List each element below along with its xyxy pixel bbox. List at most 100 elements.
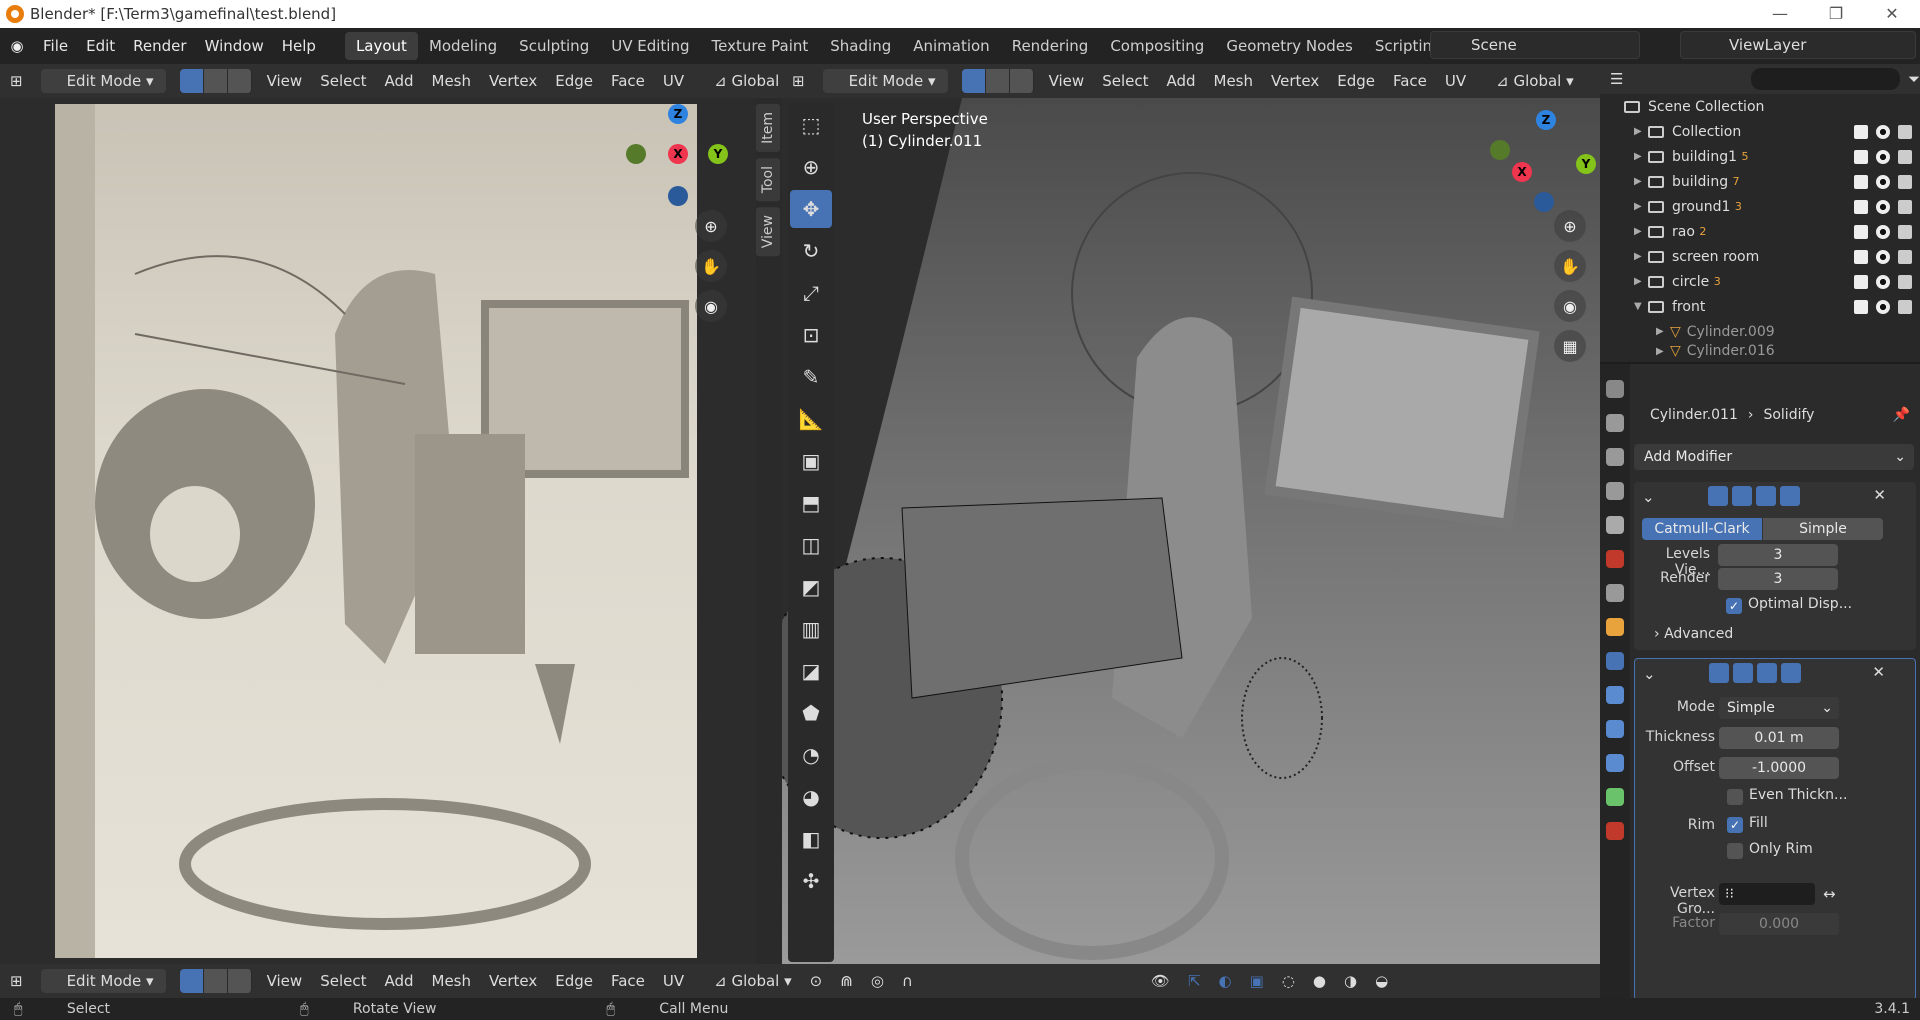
pivot-icon[interactable]: ⊙ — [801, 972, 832, 990]
exclude-checkbox[interactable] — [1854, 224, 1868, 239]
menu-select[interactable]: Select — [311, 972, 375, 990]
gizmo-neg-z-axis[interactable] — [1534, 192, 1554, 212]
render-camera-icon[interactable] — [1898, 274, 1912, 289]
select-mode-buttons[interactable] — [179, 969, 252, 993]
tab-geometry-nodes[interactable]: Geometry Nodes — [1215, 32, 1364, 60]
scale-tool-icon[interactable]: ⤢ — [790, 274, 832, 312]
realtime-toggle-icon[interactable] — [1757, 663, 1777, 683]
navigation-gizmo[interactable]: Z X Y — [1490, 110, 1600, 212]
camera-view-icon[interactable]: ◉ — [1554, 290, 1586, 322]
tab-sculpting[interactable]: Sculpting — [508, 32, 600, 60]
optimal-display-checkbox[interactable]: ✓ — [1726, 598, 1742, 614]
close-modifier-icon[interactable]: ✕ — [1872, 663, 1885, 681]
scene-selector[interactable]: Scene — [1430, 31, 1640, 59]
menu-uv[interactable]: UV — [654, 972, 693, 990]
gizmo-neg-y-axis[interactable] — [626, 144, 646, 164]
poly-build-tool-icon[interactable]: ⬟ — [790, 694, 832, 732]
gizmo-y-axis[interactable]: Y — [708, 144, 728, 164]
even-thickness-checkbox[interactable] — [1727, 789, 1743, 805]
invert-vertex-group-icon[interactable]: ↔ — [1823, 885, 1836, 903]
tool-props-icon[interactable] — [1606, 380, 1624, 398]
exclude-checkbox[interactable] — [1854, 124, 1868, 139]
data-props-icon[interactable] — [1606, 788, 1624, 806]
material-props-icon[interactable] — [1606, 822, 1624, 840]
overlay-toggle-icon[interactable]: ◐ — [1210, 972, 1241, 990]
thickness-field[interactable]: 0.01 m — [1719, 727, 1839, 749]
rendered-shading-icon[interactable]: ◒ — [1366, 972, 1397, 990]
constraints-props-icon[interactable] — [1606, 754, 1624, 772]
extrude-tool-icon[interactable]: ⬒ — [790, 484, 832, 522]
solidify-mode-dropdown[interactable]: Simple ⌄ — [1719, 697, 1839, 719]
material-shading-icon[interactable]: ◑ — [1335, 972, 1366, 990]
advanced-subpanel[interactable]: › Advanced — [1654, 626, 1733, 642]
pin-icon[interactable]: 📌 — [1893, 407, 1910, 423]
edge-select-icon[interactable] — [985, 69, 1010, 93]
bevel-tool-icon[interactable]: ◩ — [790, 568, 832, 606]
vertex-select-icon[interactable] — [961, 69, 986, 93]
edge-select-icon[interactable] — [203, 69, 228, 93]
annotate-tool-icon[interactable]: ✎ — [790, 358, 832, 396]
pan-hand-icon[interactable]: ✋ — [1554, 250, 1586, 282]
menu-select[interactable]: Select — [1093, 72, 1157, 90]
shrink-tool-icon[interactable]: ✣ — [790, 862, 832, 900]
particles-props-icon[interactable] — [1606, 686, 1624, 704]
outliner-item[interactable]: ▶ circle 3 — [1600, 269, 1920, 294]
spin-tool-icon[interactable]: ◔ — [790, 736, 832, 774]
render-camera-icon[interactable] — [1898, 199, 1912, 214]
close-modifier-icon[interactable]: ✕ — [1873, 486, 1886, 504]
vertex-select-icon[interactable] — [179, 969, 204, 993]
mode-dropdown[interactable]: Edit Mode ▾ — [40, 69, 166, 93]
outliner-editor-icon[interactable]: ☰ — [1600, 70, 1633, 88]
only-rim-checkbox[interactable] — [1727, 843, 1743, 859]
gizmo-z-axis[interactable]: Z — [668, 104, 688, 124]
menu-view[interactable]: View — [258, 972, 312, 990]
menu-add[interactable]: Add — [1157, 72, 1204, 90]
editor-type-icon[interactable]: ⊞ — [0, 72, 33, 90]
menu-face[interactable]: Face — [602, 972, 654, 990]
collapse-chevron-icon[interactable]: ⌄ — [1643, 665, 1656, 683]
exclude-checkbox[interactable] — [1854, 149, 1868, 164]
visibility-eye-icon[interactable] — [1876, 274, 1890, 289]
tab-view[interactable]: View — [756, 207, 780, 257]
minimize-button[interactable]: — — [1752, 0, 1808, 28]
solid-shading-icon[interactable]: ● — [1304, 972, 1335, 990]
edit-mode-toggle-icon[interactable] — [1708, 486, 1728, 506]
cursor-tool-icon[interactable]: ⊕ — [790, 148, 832, 186]
edge-select-icon[interactable] — [203, 969, 228, 993]
editor-type-icon[interactable]: ⊞ — [0, 972, 33, 990]
render-camera-icon[interactable] — [1898, 224, 1912, 239]
inset-tool-icon[interactable]: ◫ — [790, 526, 832, 564]
navigation-gizmo[interactable]: Z X Y — [620, 104, 728, 206]
menu-file[interactable]: File — [34, 37, 77, 55]
modifier-props-icon[interactable] — [1606, 652, 1624, 670]
visibility-eye-icon[interactable] — [1876, 299, 1890, 314]
close-button[interactable]: ✕ — [1864, 0, 1920, 28]
menu-add[interactable]: Add — [375, 72, 422, 90]
edge-slide-tool-icon[interactable]: ◧ — [790, 820, 832, 858]
view-layer-selector[interactable]: ViewLayer — [1680, 31, 1916, 59]
mode-dropdown[interactable]: Edit Mode ▾ — [40, 969, 166, 993]
levels-viewport-field[interactable]: 3 — [1718, 544, 1838, 566]
menu-window[interactable]: Window — [196, 37, 273, 55]
exclude-checkbox[interactable] — [1854, 174, 1868, 189]
filter-icon[interactable]: ⏷ — [1908, 70, 1920, 88]
render-props-icon[interactable] — [1606, 414, 1624, 432]
render-toggle-icon[interactable] — [1780, 486, 1800, 506]
outliner-item[interactable]: ▶ ▽ Cylinder.009 — [1600, 319, 1920, 344]
rotate-tool-icon[interactable]: ↻ — [790, 232, 832, 270]
menu-edge[interactable]: Edge — [546, 972, 602, 990]
visibility-eye-icon[interactable] — [1876, 174, 1890, 189]
gizmo-x-axis[interactable]: X — [1512, 162, 1532, 182]
menu-edit[interactable]: Edit — [77, 37, 124, 55]
orientation-dropdown[interactable]: ⊿ Global — [705, 72, 782, 90]
tab-layout[interactable]: Layout — [344, 32, 418, 60]
menu-select[interactable]: Select — [311, 72, 375, 90]
tab-modeling[interactable]: Modeling — [418, 32, 508, 60]
simple-tab[interactable]: Simple — [1763, 518, 1883, 540]
menu-edge[interactable]: Edge — [546, 72, 602, 90]
object-props-icon[interactable] — [1606, 618, 1624, 636]
cage-toggle-icon[interactable] — [1732, 486, 1752, 506]
view-layer-props-icon[interactable] — [1606, 482, 1624, 500]
move-tool-icon[interactable]: ✥ — [790, 190, 832, 228]
transform-tool-icon[interactable]: ⊡ — [790, 316, 832, 354]
